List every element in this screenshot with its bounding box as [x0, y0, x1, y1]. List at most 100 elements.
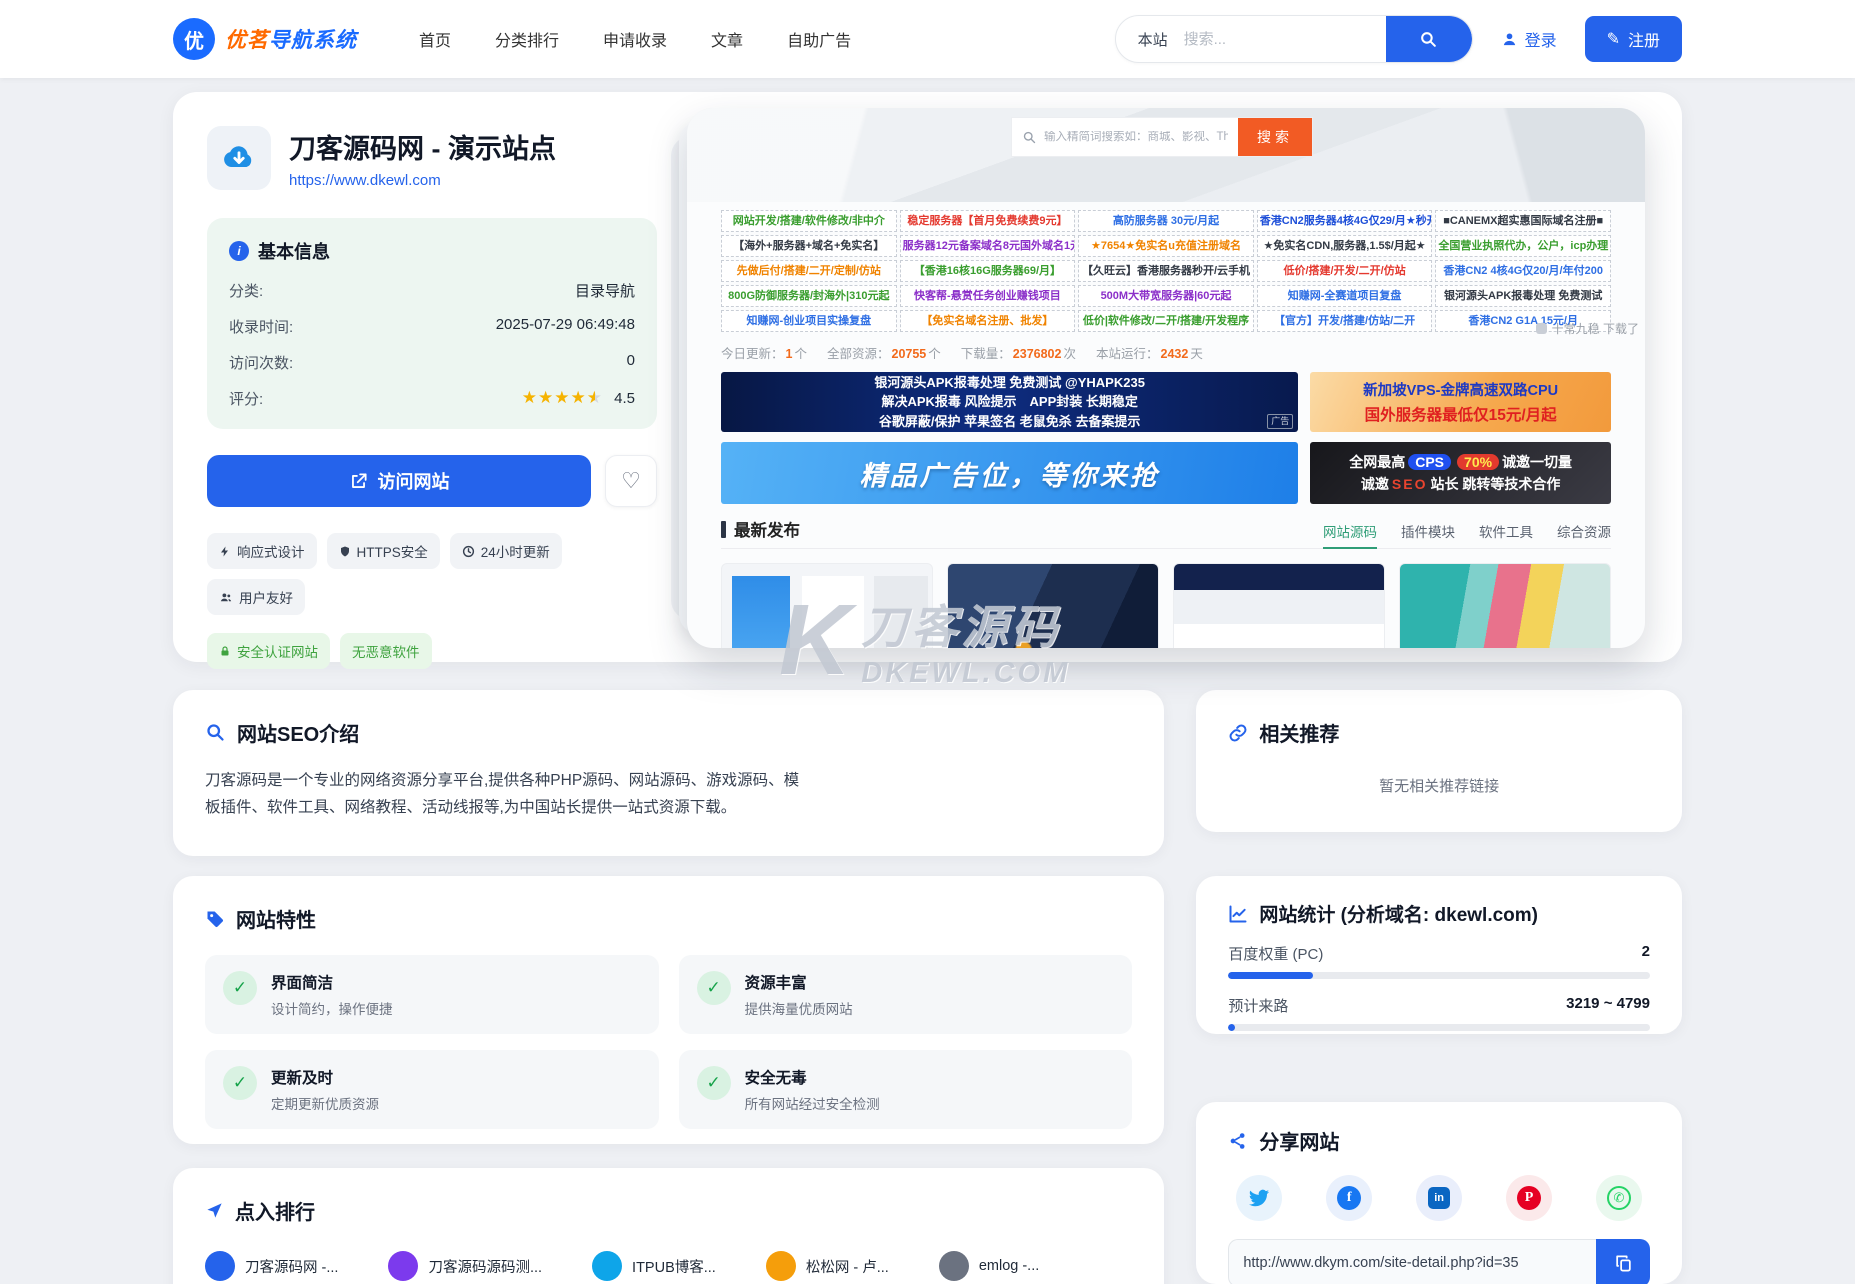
twitter-icon	[1248, 1187, 1270, 1209]
search-scope-selector[interactable]: 本站	[1116, 29, 1184, 50]
ad-link: 服务器12元备案域名8元国外域名1元	[900, 235, 1076, 257]
lightning-icon	[219, 545, 231, 558]
rank-item[interactable]: 刀客源码网 -...	[205, 1251, 338, 1281]
nav-link-articles[interactable]: 文章	[711, 27, 743, 51]
rank-heading: 点入排行	[235, 1196, 315, 1225]
ad-link: 【官方】开发/搭建/仿站/二开	[1257, 310, 1433, 332]
rank-item[interactable]: 刀客源码源码测...	[388, 1251, 542, 1281]
rank-item[interactable]: ITPUB博客...	[592, 1251, 716, 1281]
ad-link: 稳定服务器【首月免费续费9元】	[900, 210, 1076, 232]
rank-item[interactable]: 松松网 - 卢...	[766, 1251, 889, 1281]
brand-name: 优茗导航系统	[225, 24, 357, 54]
ad-link: 高防服务器 30元/月起	[1078, 210, 1254, 232]
favorite-button[interactable]: ♡	[605, 455, 657, 507]
click-ranking-card: 点入排行 刀客源码网 -... 刀客源码源码测... ITPUB博客... 松松…	[173, 1168, 1164, 1284]
ad-link: 800G防御服务器/封海外|310元起	[721, 285, 897, 307]
login-button[interactable]: 登录	[1501, 27, 1557, 51]
preview-thumbnail-design	[1399, 563, 1611, 648]
search-input[interactable]	[1184, 31, 1386, 48]
visit-website-button[interactable]: 访问网站	[207, 455, 591, 507]
rank-item[interactable]: emlog -...	[939, 1251, 1039, 1281]
search-button[interactable]	[1386, 15, 1472, 63]
feature-tags: 响应式设计 HTTPS安全 24小时更新 用户友好	[207, 533, 657, 615]
preview-section-title: 最新发布	[721, 517, 800, 541]
feature-clean-ui: ✓ 界面简洁设计简约，操作便捷	[205, 955, 659, 1034]
nav-link-submit[interactable]: 申请收录	[603, 27, 667, 51]
ad-link: 知赚网-创业项目实操复盘	[721, 310, 897, 332]
preview-tab-source: 网站源码	[1323, 521, 1377, 549]
copy-icon	[1614, 1254, 1633, 1273]
ad-banner-cps: 全网最高CPS70%诚邀一切量 诚邀SEO站长 跳转等技术合作	[1310, 442, 1611, 504]
share-pinterest-button[interactable]: P	[1506, 1175, 1552, 1221]
preview-header: 搜索	[687, 108, 1645, 202]
ad-banner-apk: 银河源头APK报毒处理 免费测试 @YHAPK235 解决APK报毒 风险提示 …	[721, 372, 1298, 432]
rank-favicon	[766, 1251, 796, 1281]
copy-url-button[interactable]	[1596, 1239, 1650, 1284]
site-logo[interactable]: 优 优茗导航系统	[173, 18, 357, 60]
whatsapp-icon: ✆	[1607, 1186, 1631, 1210]
nav-search: 本站	[1115, 15, 1473, 63]
facebook-icon: f	[1337, 1186, 1361, 1210]
page-title: 刀客源码网 - 演示站点	[289, 127, 556, 166]
share-linkedin-button[interactable]: in	[1416, 1175, 1462, 1221]
nav-link-categories[interactable]: 分类排行	[495, 27, 559, 51]
site-url-link[interactable]: https://www.dkewl.com	[289, 172, 441, 189]
info-icon: i	[229, 241, 249, 261]
ad-link: 香港CN2服务器4核4G仅29/月★秒开	[1257, 210, 1433, 232]
nav-link-home[interactable]: 首页	[419, 27, 451, 51]
tag-updated: 24小时更新	[450, 533, 562, 569]
share-facebook-button[interactable]: f	[1326, 1175, 1372, 1221]
preview-tab-misc: 综合资源	[1557, 521, 1611, 541]
share-whatsapp-button[interactable]: ✆	[1596, 1175, 1642, 1221]
ad-banner-vps: 新加坡VPS-金牌高速双路CPU 国外服务器最低仅15元/月起	[1310, 372, 1611, 432]
register-button[interactable]: ✎ 注册	[1585, 16, 1682, 62]
info-row-date: 收录时间: 2025-07-29 06:49:48	[229, 316, 635, 337]
stat-estimated-traffic: 预计来路3219 ~ 4799	[1228, 995, 1650, 1031]
preview-thumbnail-street-photo	[947, 563, 1159, 648]
share-twitter-button[interactable]	[1236, 1175, 1282, 1221]
check-icon: ✓	[697, 971, 731, 1005]
cursor-icon	[205, 1201, 224, 1220]
preview-category-tabs: 网站源码 插件模块 软件工具 综合资源	[1323, 521, 1611, 541]
ad-link: 【香港16核16G服务器69/月】	[900, 260, 1076, 282]
tag-certified: 安全认证网站	[207, 633, 330, 669]
ad-link: 先做后付/搭建/二开/定制/仿站	[721, 260, 897, 282]
rank-favicon	[388, 1251, 418, 1281]
tag-no-malware: 无恶意软件	[340, 633, 432, 669]
rank-favicon	[592, 1251, 622, 1281]
tag-https: HTTPS安全	[327, 533, 440, 569]
safety-tags: 安全认证网站 无恶意软件	[207, 633, 657, 669]
pinterest-icon: P	[1517, 1186, 1541, 1210]
seo-description: 刀客源码是一个专业的网络资源分享平台,提供各种PHP源码、网站源码、游戏源码、模…	[205, 767, 813, 821]
users-icon	[219, 591, 233, 604]
ad-link: ■CANEMX超实惠国际域名注册■	[1435, 210, 1611, 232]
ad-link: 500M大带宽服务器|60元起	[1078, 285, 1254, 307]
check-icon: ✓	[697, 1066, 731, 1100]
search-icon	[1022, 130, 1037, 145]
share-card: 分享网站 f in P ✆	[1196, 1102, 1682, 1284]
search-icon	[205, 722, 226, 743]
clock-icon	[462, 545, 475, 558]
share-url-input[interactable]	[1228, 1239, 1596, 1284]
ad-link: 香港CN2 4核4G仅20/月/年付200	[1435, 260, 1611, 282]
tag-responsive: 响应式设计	[207, 533, 317, 569]
site-detail-hero: 刀客源码网 - 演示站点 https://www.dkewl.com i 基本信…	[173, 92, 1682, 662]
external-link-icon	[349, 472, 368, 491]
preview-search-button: 搜索	[1238, 118, 1312, 156]
ad-banner-slot: 精品广告位，等你来抢	[721, 442, 1298, 504]
main-nav: 首页 分类排行 申请收录 文章 自助广告	[419, 27, 851, 51]
basic-info-heading: 基本信息	[258, 238, 330, 264]
related-heading: 相关推荐	[1259, 718, 1339, 747]
pencil-icon: ✎	[1607, 29, 1620, 49]
feature-timely-updates: ✓ 更新及时定期更新优质资源	[205, 1050, 659, 1129]
feature-safe: ✓ 安全无毒所有网站经过安全检测	[679, 1050, 1133, 1129]
rank-favicon	[939, 1251, 969, 1281]
nav-link-ads[interactable]: 自助广告	[787, 27, 851, 51]
preview-tab-software: 软件工具	[1479, 521, 1533, 541]
progress-bar	[1228, 1024, 1650, 1031]
ad-link: ★7654★免实名u充值注册域名	[1078, 235, 1254, 257]
ad-link: 低价|软件修改/二开/搭建/开发程序	[1078, 310, 1254, 332]
shield-icon	[339, 545, 351, 558]
tag-icon	[205, 909, 225, 929]
search-icon	[1419, 30, 1438, 49]
